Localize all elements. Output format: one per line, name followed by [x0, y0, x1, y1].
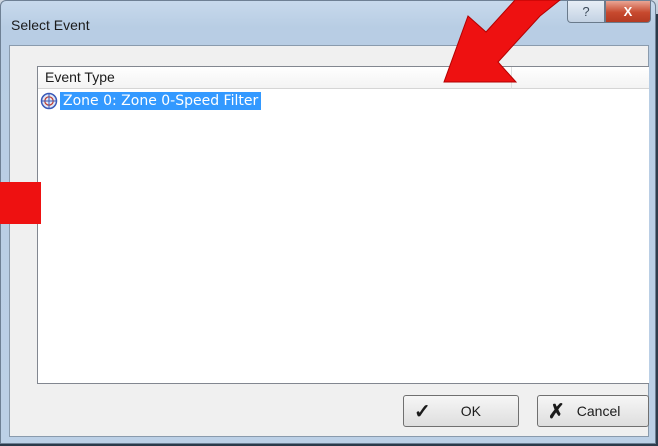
event-type-list[interactable]: Event Type Zone 0: Zone 0-Speed Filter	[37, 66, 649, 384]
annotation-red-arrow-tail	[0, 182, 41, 224]
list-item[interactable]: Zone 0: Zone 0-Speed Filter	[40, 91, 262, 111]
cancel-button[interactable]: ✗ Cancel	[537, 395, 649, 427]
cancel-button-label: Cancel	[576, 403, 621, 419]
close-icon: X	[623, 4, 633, 19]
close-button[interactable]: X	[605, 1, 651, 23]
cross-icon: ✗	[548, 400, 565, 423]
column-header-empty	[512, 67, 649, 89]
dialog-client-area: Event Type Zone 0: Zone 0-Speed Filter ✓…	[9, 45, 649, 437]
help-button[interactable]: ?	[567, 1, 605, 23]
select-event-dialog: Select Event ? X Event Type Zone 0: Zone…	[0, 0, 656, 444]
ok-button[interactable]: ✓ OK	[403, 395, 519, 427]
help-icon: ?	[582, 4, 590, 19]
list-item-label: Zone 0: Zone 0-Speed Filter	[60, 92, 262, 110]
column-header-event-type[interactable]: Event Type	[38, 67, 512, 89]
zone-icon	[40, 92, 58, 110]
checkmark-icon: ✓	[414, 400, 431, 423]
dialog-title: Select Event	[11, 17, 90, 33]
ok-button-label: OK	[460, 403, 481, 419]
